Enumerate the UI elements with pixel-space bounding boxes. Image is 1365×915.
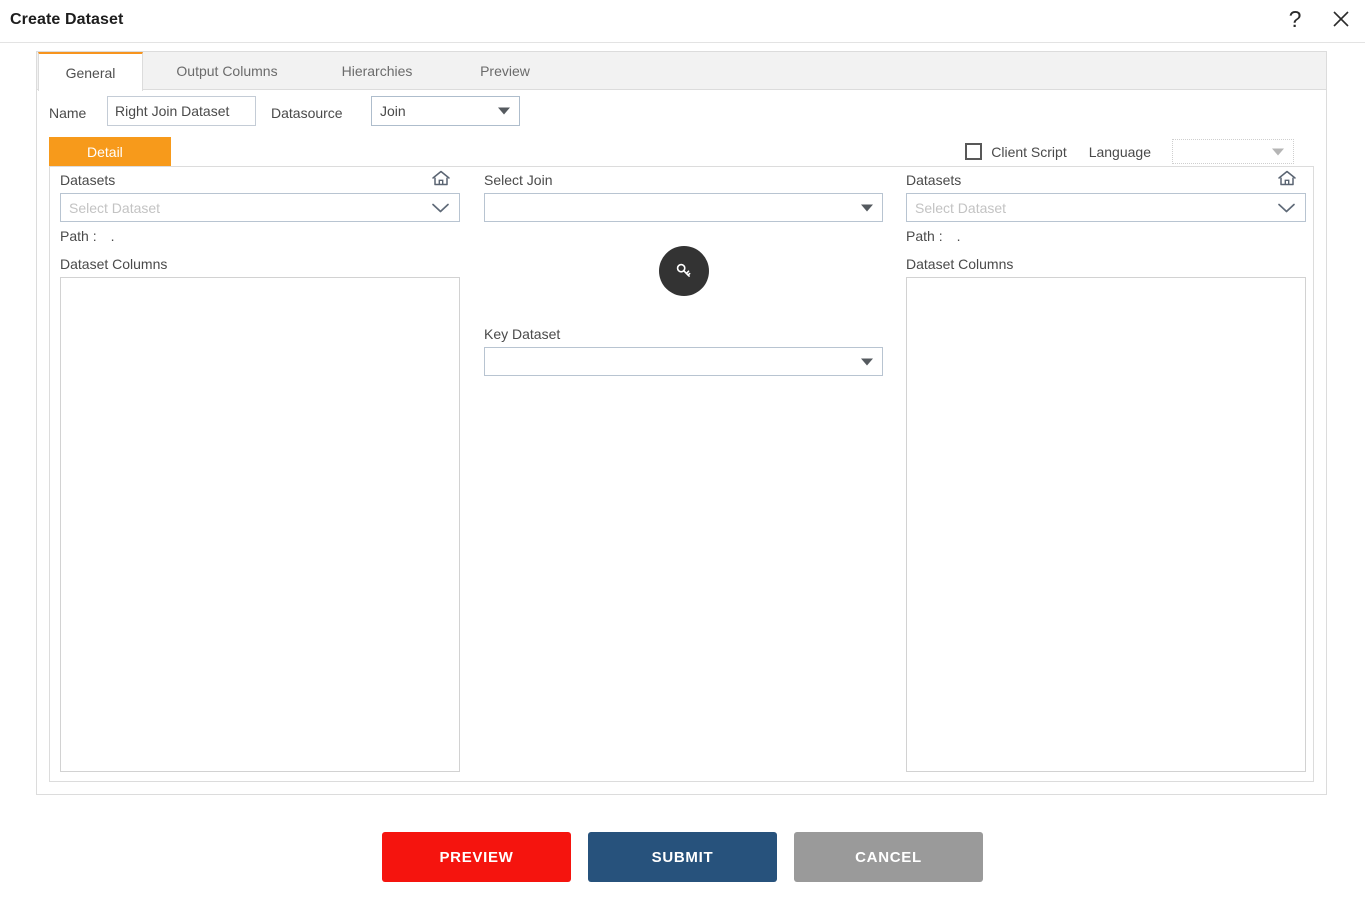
left-datasets-label: Datasets	[60, 172, 116, 188]
key-dataset-select[interactable]	[484, 347, 883, 376]
left-datasets-header: Datasets	[60, 167, 460, 193]
name-label: Name	[49, 105, 87, 121]
chevron-down-icon	[1272, 148, 1284, 155]
right-datasets-header: Datasets	[906, 167, 1306, 193]
detail-tab-label: Detail	[87, 143, 123, 160]
left-dataset-select[interactable]: Select Dataset	[60, 193, 460, 222]
client-script-group: Client Script Language	[965, 139, 1294, 164]
right-dataset-placeholder: Select Dataset	[915, 199, 1007, 216]
dialog-footer: PREVIEW SUBMIT CANCEL	[0, 832, 1365, 882]
datasource-label: Datasource	[271, 105, 343, 121]
select-join-label: Select Join	[484, 172, 553, 188]
language-label: Language	[1088, 143, 1151, 160]
create-dataset-panel: General Output Columns Hierarchies Previ…	[36, 51, 1327, 795]
right-datasets-label: Datasets	[906, 172, 962, 188]
name-datasource-row: Name Datasource Join	[37, 91, 1326, 139]
home-icon[interactable]	[1276, 168, 1298, 188]
client-script-label: Client Script	[991, 143, 1067, 160]
chevron-down-icon	[1277, 201, 1296, 214]
left-path-row: Path : .	[60, 222, 460, 248]
submit-button[interactable]: SUBMIT	[588, 832, 777, 882]
language-select[interactable]	[1172, 139, 1294, 164]
client-script-checkbox[interactable]	[965, 143, 983, 160]
tab-output-columns-label: Output Columns	[176, 63, 278, 79]
tab-hierarchies[interactable]: Hierarchies	[322, 52, 432, 90]
datasource-value: Join	[380, 103, 406, 119]
right-dataset-panel: Datasets Select Dataset Path: . Dataset…	[906, 167, 1306, 772]
left-path-label: Path :	[60, 228, 97, 244]
right-dataset-select[interactable]: Select Dataset	[906, 193, 1306, 222]
chevron-down-icon	[861, 204, 873, 211]
key-dataset-label: Key Dataset	[484, 326, 561, 342]
left-dataset-panel: Datasets Select Dataset Path: . Dataset…	[60, 167, 460, 772]
chevron-down-icon	[861, 358, 873, 365]
right-path-label: Path :	[906, 228, 943, 244]
name-input[interactable]	[107, 96, 256, 126]
right-path-value: .	[956, 228, 961, 244]
key-icon[interactable]	[658, 246, 709, 296]
title-bar-actions: ?	[1281, 4, 1355, 34]
left-dataset-columns-list[interactable]	[60, 277, 460, 772]
join-center-panel: Select Join Key Dataset	[484, 167, 883, 376]
left-columns-label: Dataset Columns	[60, 256, 168, 272]
chevron-down-icon	[498, 107, 510, 115]
chevron-down-icon	[431, 201, 450, 214]
right-columns-label: Dataset Columns	[906, 256, 1014, 272]
right-dataset-columns-list[interactable]	[906, 277, 1306, 772]
cancel-button[interactable]: CANCEL	[794, 832, 983, 882]
detail-body: Datasets Select Dataset Path: . Dataset…	[49, 166, 1314, 782]
datasource-select[interactable]: Join	[371, 96, 520, 126]
tab-output-columns[interactable]: Output Columns	[157, 52, 297, 90]
select-join-select[interactable]	[484, 193, 883, 222]
tab-general-label: General	[65, 64, 116, 81]
preview-button[interactable]: PREVIEW	[382, 832, 571, 882]
help-icon[interactable]: ?	[1281, 4, 1309, 34]
dialog-title-bar: Create Dataset ?	[0, 0, 1365, 43]
home-icon[interactable]	[430, 168, 452, 188]
tab-preview-label: Preview	[480, 63, 530, 79]
right-path-row: Path : .	[906, 222, 1306, 248]
page-title: Create Dataset	[10, 11, 124, 28]
tab-preview[interactable]: Preview	[455, 52, 555, 90]
tab-general[interactable]: General	[38, 52, 143, 91]
close-icon[interactable]	[1327, 4, 1355, 34]
key-button-row	[484, 246, 883, 296]
detail-toolbar-row: Detail Client Script Language	[37, 137, 1326, 169]
detail-tab[interactable]: Detail	[49, 137, 171, 166]
tab-strip: General Output Columns Hierarchies Previ…	[37, 52, 1326, 91]
left-path-value: .	[110, 228, 115, 244]
left-dataset-placeholder: Select Dataset	[69, 199, 161, 216]
tab-hierarchies-label: Hierarchies	[341, 63, 413, 79]
